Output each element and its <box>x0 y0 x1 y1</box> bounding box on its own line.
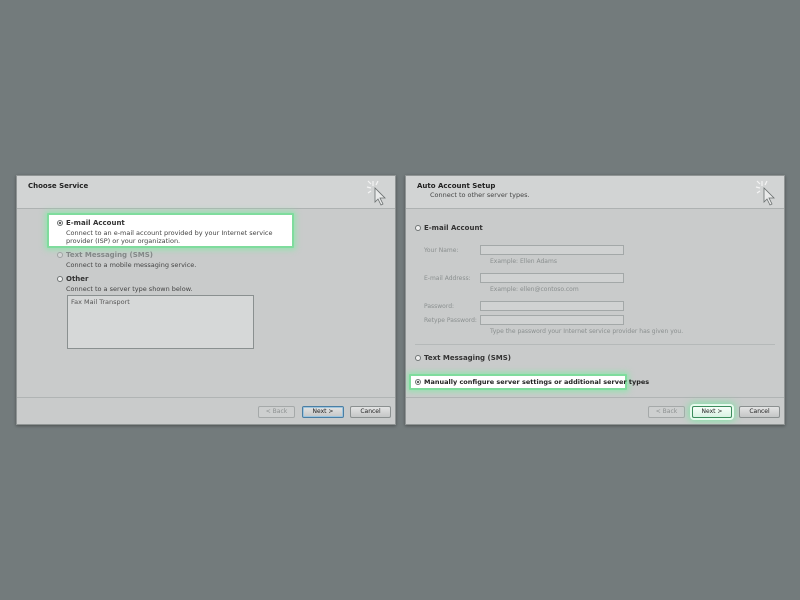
email-account-radio[interactable] <box>57 220 63 226</box>
manual-config-label[interactable]: Manually configure server settings or ad… <box>424 378 649 386</box>
text-messaging-radio[interactable] <box>415 355 421 361</box>
dialog-footer: < Back Next > Cancel <box>406 397 784 424</box>
your-name-input[interactable] <box>480 245 624 255</box>
email-account-description: Connect to an e-mail account provided by… <box>66 229 273 245</box>
divider <box>415 344 775 345</box>
text-messaging-label[interactable]: Text Messaging (SMS) <box>424 354 511 362</box>
wizard-cursor-icon <box>366 180 386 206</box>
other-radio[interactable] <box>57 276 63 282</box>
retype-password-input[interactable] <box>480 315 624 325</box>
cancel-button[interactable]: Cancel <box>350 406 391 418</box>
email-address-example: Example: ellen@contoso.com <box>490 286 579 293</box>
manual-config-radio[interactable] <box>415 379 421 385</box>
server-type-item[interactable]: Fax Mail Transport <box>71 298 130 306</box>
password-hint: Type the password your Internet service … <box>490 328 684 335</box>
your-name-example: Example: Ellen Adams <box>490 258 557 265</box>
back-button[interactable]: < Back <box>648 406 685 418</box>
email-address-input[interactable] <box>480 273 624 283</box>
dialog-title: Choose Service <box>28 182 89 190</box>
dialog-header: Auto Account Setup Connect to other serv… <box>406 176 784 209</box>
text-messaging-label[interactable]: Text Messaging (SMS) <box>66 251 153 259</box>
other-label[interactable]: Other <box>66 275 88 283</box>
auto-account-setup-dialog: Auto Account Setup Connect to other serv… <box>405 175 785 425</box>
next-button[interactable]: Next > <box>692 406 732 418</box>
dialog-subtitle: Connect to other server types. <box>430 191 530 199</box>
text-messaging-description: Connect to a mobile messaging service. <box>66 261 197 269</box>
next-button[interactable]: Next > <box>302 406 344 418</box>
text-messaging-radio[interactable] <box>57 252 63 258</box>
dialog-footer: < Back Next > Cancel <box>17 397 395 424</box>
email-account-label[interactable]: E-mail Account <box>424 224 483 232</box>
retype-password-label: Retype Password: <box>424 317 477 324</box>
your-name-label: Your Name: <box>424 247 459 254</box>
email-account-label[interactable]: E-mail Account <box>66 219 125 227</box>
dialog-header: Choose Service <box>17 176 395 209</box>
cancel-button[interactable]: Cancel <box>739 406 780 418</box>
choose-service-dialog: Choose Service E-mail Account Connect to… <box>16 175 396 425</box>
password-label: Password: <box>424 303 455 310</box>
email-address-label: E-mail Address: <box>424 275 471 282</box>
email-account-radio[interactable] <box>415 225 421 231</box>
other-description: Connect to a server type shown below. <box>66 285 193 293</box>
server-type-listbox[interactable]: Fax Mail Transport <box>67 295 254 349</box>
wizard-cursor-icon <box>755 180 775 206</box>
back-button[interactable]: < Back <box>258 406 295 418</box>
dialog-title: Auto Account Setup <box>417 182 496 190</box>
password-input[interactable] <box>480 301 624 311</box>
